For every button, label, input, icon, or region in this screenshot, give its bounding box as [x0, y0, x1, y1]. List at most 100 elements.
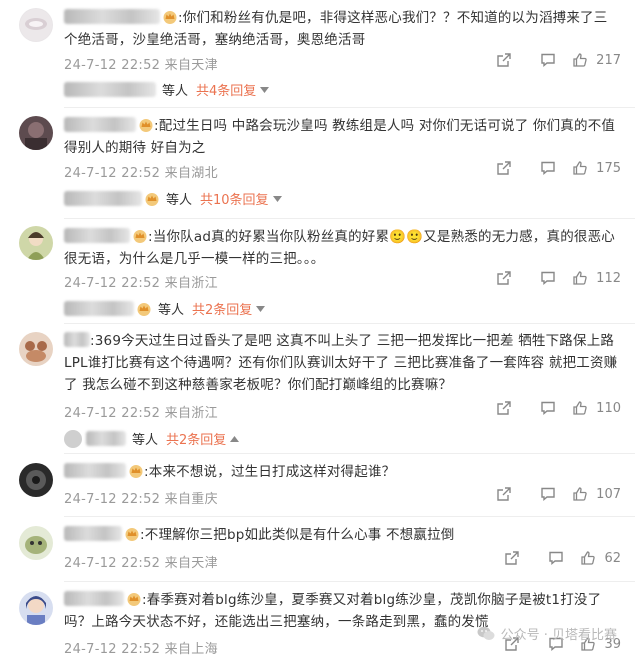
avatar[interactable] — [64, 429, 82, 448]
comment-location: 来自天津 — [164, 556, 218, 571]
username[interactable] — [64, 332, 90, 347]
comment-button[interactable] — [534, 550, 578, 566]
reply-prefix: 等人 — [158, 303, 185, 318]
share-icon — [505, 551, 520, 565]
chevron-up-icon — [230, 435, 240, 442]
comment-icon — [541, 271, 555, 285]
comment-button[interactable] — [526, 160, 570, 176]
username[interactable] — [64, 526, 122, 541]
comment-button[interactable] — [526, 400, 570, 416]
share-icon — [497, 487, 511, 501]
replier-names[interactable] — [86, 431, 126, 446]
divider — [64, 107, 635, 108]
divider — [64, 323, 635, 324]
share-button[interactable] — [482, 52, 526, 68]
fan-badge-icon — [128, 463, 144, 478]
username[interactable] — [64, 9, 160, 24]
comment-location: 来自浙江 — [164, 276, 218, 291]
avatar[interactable] — [19, 116, 53, 150]
like-button[interactable]: 175 — [572, 160, 621, 176]
comment-location: 来自天津 — [164, 58, 218, 73]
comment-button[interactable] — [526, 486, 570, 502]
share-icon — [497, 401, 511, 415]
share-button[interactable] — [482, 160, 526, 176]
replier-names[interactable] — [64, 82, 156, 97]
like-count: 107 — [596, 486, 621, 502]
expand-replies-link[interactable]: 共4条回复 — [196, 80, 270, 99]
comment-time: 24-7-12 22:52 — [64, 556, 161, 571]
replier-names[interactable] — [64, 301, 134, 316]
chevron-down-icon — [260, 86, 270, 93]
comment-time: 24-7-12 22:52 — [64, 492, 161, 507]
chevron-down-icon — [272, 195, 282, 202]
collapse-replies-link[interactable]: 共2条回复 — [166, 429, 240, 448]
comment-text: :369今天过生日过昏头了是吧 这真不叫上头了 三把一把发挥比一把差 牺牲下路保… — [64, 333, 618, 393]
like-button[interactable]: 217 — [572, 52, 621, 68]
avatar[interactable] — [19, 8, 53, 42]
reply-count: 共2条回复 — [166, 433, 227, 448]
replier-names[interactable] — [64, 191, 142, 206]
watermark-text: 公众号 · 贝塔看比赛 — [500, 628, 617, 643]
wechat-icon — [477, 626, 495, 640]
thumbs-up-icon — [573, 271, 587, 285]
comment-time: 24-7-12 22:52 — [64, 276, 161, 291]
username[interactable] — [64, 228, 130, 243]
fan-badge-icon — [132, 228, 148, 243]
expand-replies-link[interactable]: 共10条回复 — [200, 189, 282, 208]
like-count: 62 — [604, 550, 621, 566]
reply-count: 共2条回复 — [192, 303, 253, 318]
chevron-down-icon — [256, 305, 266, 312]
avatar[interactable] — [19, 591, 53, 625]
like-button[interactable]: 62 — [580, 550, 621, 566]
share-button[interactable] — [482, 486, 526, 502]
comment-time: 24-7-12 22:52 — [64, 58, 161, 73]
comment-location: 来自浙江 — [164, 406, 218, 421]
reply-prefix: 等人 — [162, 84, 189, 99]
like-count: 110 — [596, 400, 621, 416]
reply-prefix: 等人 — [132, 433, 159, 448]
thumbs-up-icon — [573, 53, 587, 67]
comment-location: 来自湖北 — [164, 166, 218, 181]
thumbs-up-icon — [581, 551, 596, 565]
watermark: 公众号 · 贝塔看比赛 — [477, 624, 617, 643]
fan-badge-icon — [144, 192, 160, 206]
share-icon — [497, 53, 511, 67]
username[interactable] — [64, 591, 124, 606]
thumbs-up-icon — [573, 161, 587, 175]
comment-text: :本来不想说，过生日打成这样对得起谁？ — [144, 464, 396, 480]
fan-badge-icon — [136, 302, 152, 316]
comment-icon — [541, 161, 555, 175]
fan-badge-icon — [162, 9, 178, 24]
share-icon — [497, 161, 511, 175]
share-icon — [497, 271, 511, 285]
like-button[interactable]: 112 — [572, 270, 621, 286]
thumbs-up-icon — [573, 487, 587, 501]
avatar[interactable] — [19, 526, 53, 560]
username[interactable] — [64, 463, 126, 478]
like-count: 217 — [596, 52, 621, 68]
share-button[interactable] — [482, 270, 526, 286]
share-button[interactable] — [490, 550, 534, 566]
avatar[interactable] — [19, 463, 53, 497]
reply-prefix: 等人 — [166, 193, 193, 208]
expand-replies-link[interactable]: 共2条回复 — [192, 299, 266, 318]
comment-location: 来自上海 — [164, 642, 218, 657]
comment-icon — [541, 53, 555, 67]
username[interactable] — [64, 117, 136, 132]
comment-time: 24-7-12 22:52 — [64, 642, 161, 657]
fan-badge-icon — [124, 526, 140, 541]
divider — [64, 581, 635, 582]
like-button[interactable]: 110 — [572, 400, 621, 416]
fan-badge-icon — [126, 591, 142, 606]
comment-icon — [541, 487, 555, 501]
comment-time: 24-7-12 22:52 — [64, 166, 161, 181]
comment-button[interactable] — [526, 52, 570, 68]
share-button[interactable] — [482, 400, 526, 416]
like-button[interactable]: 107 — [572, 486, 621, 502]
like-count: 175 — [596, 160, 621, 176]
avatar[interactable] — [19, 332, 53, 366]
comment-icon — [541, 401, 555, 415]
comment-button[interactable] — [526, 270, 570, 286]
comment-location: 来自重庆 — [164, 492, 218, 507]
avatar[interactable] — [19, 226, 53, 260]
